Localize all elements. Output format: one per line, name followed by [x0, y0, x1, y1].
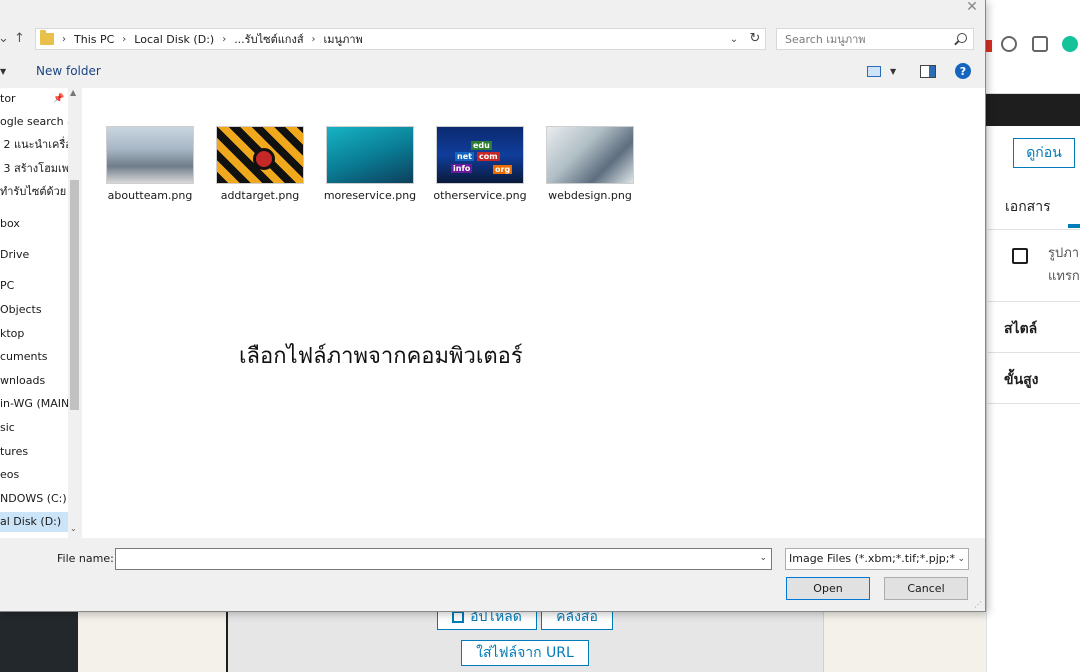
block-title-text: รูปภา [1048, 246, 1080, 261]
file-name: addtarget.png [220, 189, 300, 202]
thumbnail-tag: edu [471, 141, 492, 150]
breadcrumb-local-disk[interactable]: Local Disk (D:) [134, 33, 214, 46]
nav-item[interactable]: ี่ 2 แนะนำเครื่อ [0, 135, 68, 155]
new-folder-button[interactable]: New folder [36, 64, 101, 78]
scroll-down-icon[interactable]: ⌄ [70, 524, 77, 533]
sidebar-divider [988, 403, 1080, 404]
file-name-label: File name: [57, 552, 114, 565]
thumbnail-tag: info [451, 164, 473, 173]
search-icon[interactable] [957, 33, 967, 43]
file-thumbnail: edu net com info org [436, 126, 524, 184]
instruction-caption: เลือกไฟล์ภาพจากคอมพิวเตอร์ [239, 344, 523, 369]
file-thumbnail [546, 126, 634, 184]
open-button[interactable]: Open [786, 577, 870, 600]
nav-item-this-pc[interactable]: PC [0, 276, 68, 296]
styles-panel-heading[interactable]: สไตล์ [1004, 318, 1037, 340]
file-type-dropdown-icon: ⌄ [955, 549, 965, 569]
nav-item-documents[interactable]: cuments [0, 347, 68, 367]
file-thumbnail [106, 126, 194, 184]
nav-item-dropbox[interactable]: box [0, 214, 68, 234]
nav-item-music[interactable]: sic [0, 418, 68, 438]
navigation-pane: tor 📌 ogle search a ี่ 2 แนะนำเครื่อ ี่ 3… [0, 88, 68, 538]
forward-arrow-icon[interactable]: ⌄ [0, 31, 9, 46]
admin-sidebar [0, 612, 78, 672]
address-dropdown-icon[interactable]: ⌄ [725, 34, 743, 45]
nav-item[interactable]: tor 📌 [0, 89, 68, 109]
file-name: moreservice.png [323, 189, 417, 202]
upload-icon [452, 611, 465, 623]
file-open-dialog: ✕ ⌄ ↑ › This PC › Local Disk (D:) › ...ร… [0, 0, 986, 612]
organize-dropdown-icon[interactable]: ▼ [0, 67, 6, 76]
file-item[interactable]: moreservice.png [317, 126, 423, 202]
preview-pane-icon[interactable] [920, 65, 936, 78]
help-icon[interactable]: ? [955, 63, 971, 79]
folder-icon [40, 30, 54, 45]
file-item[interactable]: webdesign.png [537, 126, 643, 202]
grammarly-icon[interactable] [1062, 36, 1078, 52]
refresh-icon[interactable]: ↻ [745, 29, 765, 49]
file-name-dropdown-icon[interactable]: ⌄ [759, 553, 767, 563]
nav-item-videos[interactable]: eos [0, 465, 68, 485]
search-input[interactable] [785, 32, 945, 46]
extension-icon-red [986, 40, 992, 52]
nav-item-windows-c[interactable]: NDOWS (C:) [0, 489, 68, 509]
advanced-panel-heading[interactable]: ขั้นสูง [1004, 369, 1039, 391]
search-box[interactable] [776, 28, 974, 50]
nav-item[interactable]: ี่ 3 สร้างโฮมเพจ [0, 159, 68, 179]
nav-item[interactable]: ทำรับไซต์ด้วย [0, 182, 68, 202]
scroll-up-icon[interactable]: ▲ [70, 88, 76, 97]
file-item[interactable]: edu net com info org otherservice.png [427, 126, 533, 202]
sidebar-divider [988, 301, 1080, 302]
file-item[interactable]: aboutteam.png [97, 126, 203, 202]
file-list: aboutteam.png addtarget.png moreservice.… [82, 88, 985, 538]
nav-item-pictures[interactable]: tures [0, 442, 68, 462]
close-icon[interactable]: ✕ [962, 0, 982, 16]
nav-item[interactable]: ogle search a [0, 112, 68, 132]
nav-item-3d-objects[interactable]: Objects [0, 300, 68, 320]
image-icon [1012, 248, 1028, 264]
active-tab-indicator [1068, 224, 1080, 228]
editor-top-bar [986, 94, 1080, 126]
wordpress-icon[interactable] [1001, 36, 1017, 52]
scroll-thumb[interactable] [70, 180, 79, 410]
sidebar-divider [988, 229, 1080, 230]
thumbnail-tag: com [477, 152, 500, 161]
address-bar[interactable]: › This PC › Local Disk (D:) › ...รับไซต์… [35, 28, 766, 50]
file-name: webdesign.png [548, 189, 632, 202]
breadcrumb-parent-folder[interactable]: ...รับไซต์แกงส์ [234, 30, 303, 48]
nav-item-local-disk-d[interactable]: al Disk (D:) [0, 512, 68, 532]
file-name-field[interactable]: ⌄ [115, 548, 772, 570]
breadcrumb-current-folder[interactable]: เมนูภาพ [324, 30, 363, 48]
thumbnail-tag: org [493, 165, 513, 174]
resize-grip-icon[interactable]: ⋰ [974, 600, 982, 609]
thumbnail-tag: net [455, 152, 474, 161]
up-arrow-icon[interactable]: ↑ [14, 31, 25, 46]
nav-item-desktop[interactable]: ktop [0, 324, 68, 344]
cancel-button[interactable]: Cancel [884, 577, 968, 600]
file-item[interactable]: addtarget.png [207, 126, 313, 202]
change-view-icon[interactable] [867, 66, 881, 77]
pin-icon: 📌 [53, 94, 65, 104]
nav-item-onedrive[interactable]: Drive [0, 245, 68, 265]
nav-scrollbar[interactable]: ▲ ⌄ [68, 88, 81, 538]
preview-button[interactable]: ดูก่อน [1013, 138, 1075, 168]
file-thumbnail [216, 126, 304, 184]
insert-from-url-label: ใส่ไฟล์จาก URL [476, 645, 574, 661]
document-tab[interactable]: เอกสาร [1005, 196, 1051, 218]
block-description-text: แทรก [1048, 269, 1080, 284]
insert-from-url-button[interactable]: ใส่ไฟล์จาก URL [461, 640, 589, 666]
view-options-dropdown-icon[interactable]: ▼ [890, 67, 896, 76]
file-name: aboutteam.png [107, 189, 193, 202]
nav-item-downloads[interactable]: wnloads [0, 371, 68, 391]
nav-item-network-drive[interactable]: in-WG (MAIN [0, 394, 68, 414]
breadcrumb-this-pc[interactable]: This PC [74, 33, 114, 46]
file-type-value: Image Files (*.xbm;*.tif;*.pjp;*.p [789, 552, 966, 565]
file-type-select[interactable]: Image Files (*.xbm;*.tif;*.pjp;*.p ⌄ [785, 548, 969, 570]
sidebar-divider [988, 352, 1080, 353]
file-name-input[interactable] [116, 549, 746, 569]
camera-icon[interactable] [1032, 36, 1048, 52]
file-thumbnail [326, 126, 414, 184]
file-name: otherservice.png [433, 189, 527, 202]
